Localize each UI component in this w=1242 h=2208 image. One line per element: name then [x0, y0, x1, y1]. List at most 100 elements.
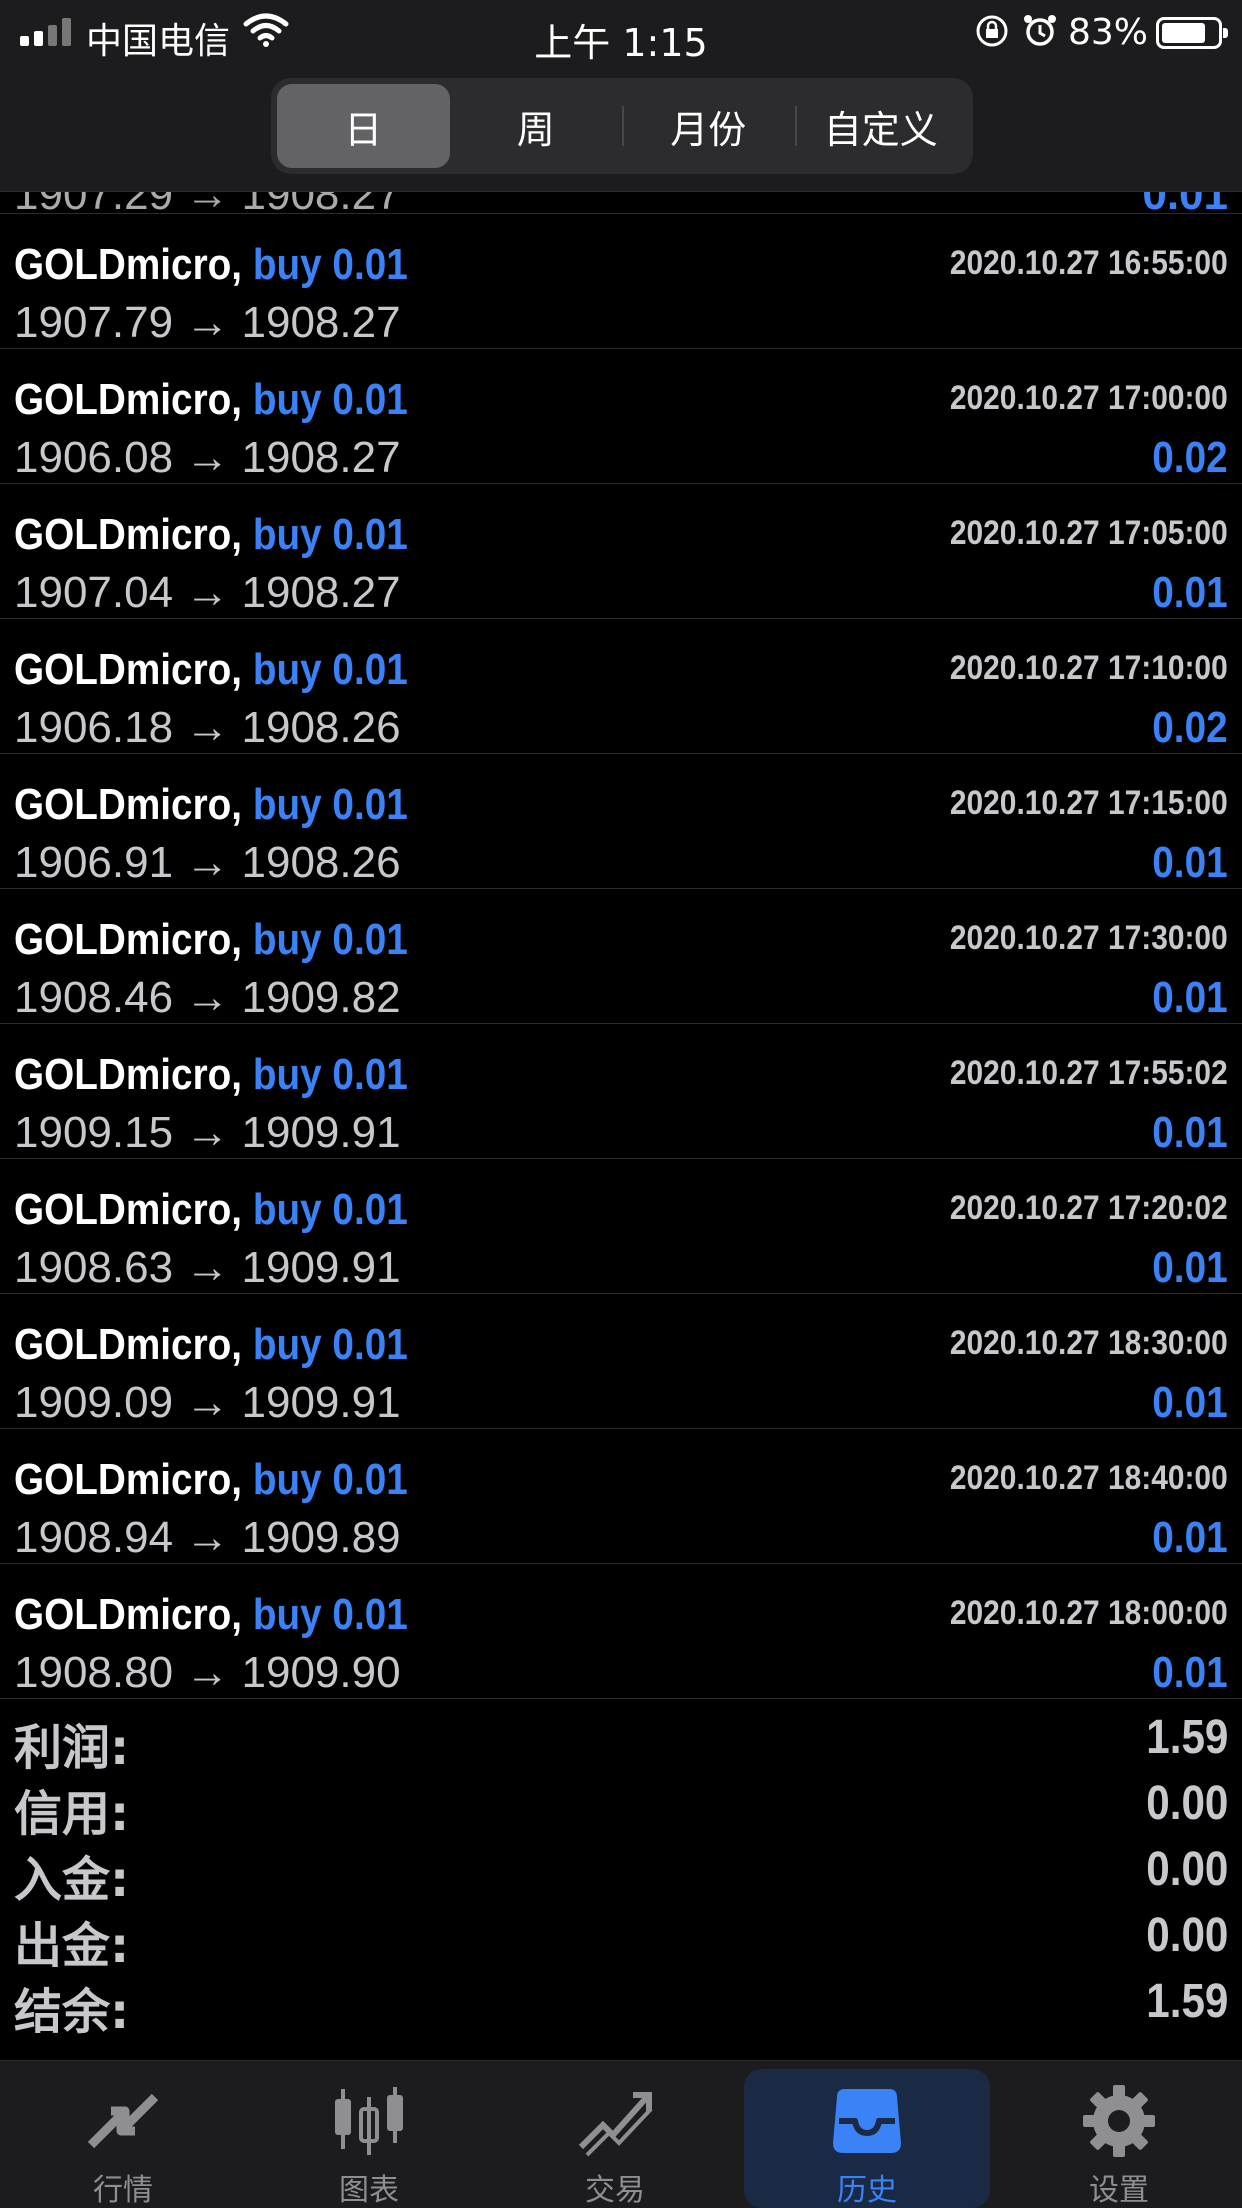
trade-row[interactable]: GOLDmicro, buy 0.01 2020.10.27 18:00:00 19… — [0, 1564, 1242, 1699]
trade-profit: 0.01 — [1152, 1108, 1228, 1157]
segment-month[interactable]: 月份 — [622, 84, 795, 168]
trade-symbol: GOLDmicro, — [14, 375, 243, 424]
trade-symbol-line: GOLDmicro, buy 0.01 — [14, 1050, 408, 1100]
trade-time: 2020.10.27 17:15:00 — [950, 784, 1228, 822]
trade-time: 2020.10.27 17:10:00 — [950, 649, 1228, 687]
quotes-icon — [87, 2093, 159, 2149]
battery-percent: 83% — [1068, 12, 1149, 53]
trade-symbol-line: GOLDmicro, buy 0.01 — [14, 1185, 408, 1235]
trade-prices: 1907.79 → 1908.27 — [14, 298, 401, 347]
trade-row[interactable]: GOLDmicro, buy 0.01 2020.10.27 17:00:00 19… — [0, 349, 1242, 484]
trade-history-list: 1907.29 → 1908.27 0.01 GOLDmicro, buy 0.… — [0, 192, 1242, 1699]
alarm-icon — [1024, 15, 1056, 46]
tab-label: 设置 — [1089, 2173, 1149, 2208]
trade-side-volume: buy 0.01 — [252, 1455, 408, 1504]
trade-profit: 0.02 — [1152, 433, 1228, 482]
trade-symbol: GOLDmicro, — [14, 780, 243, 829]
summary-value: 0.00 — [1145, 1843, 1228, 1896]
trade-symbol-line: GOLDmicro, buy 0.01 — [14, 645, 408, 695]
trade-row[interactable]: GOLDmicro, buy 0.01 2020.10.27 17:20:02 19… — [0, 1159, 1242, 1294]
trade-row[interactable]: GOLDmicro, buy 0.01 2020.10.27 17:30:00 19… — [0, 889, 1242, 1024]
period-segmented-control: 日 周 月份 自定义 — [271, 78, 973, 174]
trade-symbol-line: GOLDmicro, buy 0.01 — [14, 510, 408, 560]
tab-trade[interactable]: 交易 — [492, 2061, 738, 2208]
trade-symbol: GOLDmicro, — [14, 1185, 243, 1234]
trade-prices: 1908.94 → 1909.89 — [14, 1513, 401, 1562]
trade-symbol: GOLDmicro, — [14, 915, 243, 964]
trade-profit: 0.01 — [1152, 838, 1228, 887]
account-summary: 利润: 1.59 信用: 0.00 入金: 0.00 出金: 0.00 结余: … — [0, 1700, 1242, 2040]
partial-trade-row[interactable]: 1907.29 → 1908.27 0.01 — [0, 192, 1242, 214]
summary-value: 0.00 — [1145, 1909, 1228, 1962]
tab-label: 交易 — [585, 2173, 645, 2208]
summary-value: 0.00 — [1145, 1777, 1228, 1830]
segment-week[interactable]: 周 — [450, 84, 623, 168]
trade-prices: 1908.63 → 1909.91 — [14, 1243, 401, 1292]
trade-side-volume: buy 0.01 — [252, 1185, 408, 1234]
trade-symbol: GOLDmicro, — [14, 1455, 243, 1504]
trade-row[interactable]: GOLDmicro, buy 0.01 2020.10.27 17:05:00 19… — [0, 484, 1242, 619]
trade-side-volume: buy 0.01 — [252, 510, 408, 559]
trade-side-volume: buy 0.01 — [252, 1050, 408, 1099]
trade-side-volume: buy 0.01 — [252, 240, 408, 289]
trade-side-volume: buy 0.01 — [252, 780, 408, 829]
trade-profit: 0.01 — [1152, 568, 1228, 617]
summary-deposit: 入金: 0.00 — [0, 1832, 1242, 1908]
chart-icon — [335, 2087, 403, 2155]
trade-profit: 0.01 — [1142, 192, 1228, 213]
battery-icon — [1156, 17, 1228, 49]
trade-symbol: GOLDmicro, — [14, 1050, 243, 1099]
summary-label: 结余: — [14, 1984, 130, 2040]
trade-time: 2020.10.27 18:40:00 — [950, 1459, 1228, 1497]
trade-symbol: GOLDmicro, — [14, 1320, 243, 1369]
trade-prices: 1906.18 → 1908.26 — [14, 703, 401, 752]
trade-side-volume: buy 0.01 — [252, 645, 408, 694]
bottom-tab-bar: 行情 图表 交易 历史 设置 — [0, 2060, 1242, 2208]
trade-symbol-line: GOLDmicro, buy 0.01 — [14, 915, 408, 965]
trade-symbol-line: GOLDmicro, buy 0.01 — [14, 780, 408, 830]
trade-time: 2020.10.27 18:30:00 — [950, 1324, 1228, 1362]
trade-side-volume: buy 0.01 — [252, 915, 408, 964]
tab-history[interactable]: 历史 — [744, 2069, 990, 2208]
trade-prices: 1906.91 → 1908.26 — [14, 838, 401, 887]
summary-balance: 结余: 1.59 — [0, 1964, 1242, 2040]
trade-profit: 0.01 — [1152, 1378, 1228, 1427]
trade-time: 2020.10.27 17:55:02 — [950, 1054, 1228, 1092]
trade-symbol: GOLDmicro, — [14, 1590, 243, 1639]
trade-row[interactable]: GOLDmicro, buy 0.01 2020.10.27 17:15:00 19… — [0, 754, 1242, 889]
trade-row[interactable]: GOLDmicro, buy 0.01 2020.10.27 18:40:00 19… — [0, 1429, 1242, 1564]
trade-row[interactable]: GOLDmicro, buy 0.01 2020.10.27 16:55:00 19… — [0, 214, 1242, 349]
segment-day[interactable]: 日 — [277, 84, 450, 168]
trade-prices: 1906.08 → 1908.27 — [14, 433, 401, 482]
segment-custom[interactable]: 自定义 — [794, 84, 968, 168]
trade-prices: 1907.29 → 1908.27 — [14, 192, 401, 213]
trade-side-volume: buy 0.01 — [252, 1590, 408, 1639]
rotation-lock-icon — [976, 15, 1008, 47]
trade-prices: 1909.15 → 1909.91 — [14, 1108, 401, 1157]
trade-profit: 0.01 — [1152, 1648, 1228, 1697]
summary-credit: 信用: 0.00 — [0, 1766, 1242, 1842]
trade-time: 2020.10.27 17:20:02 — [950, 1189, 1228, 1227]
tab-label: 历史 — [837, 2173, 897, 2208]
history-icon — [833, 2089, 901, 2153]
trade-prices: 1908.46 → 1909.82 — [14, 973, 401, 1022]
trade-prices: 1908.80 → 1909.90 — [14, 1648, 401, 1697]
trade-row[interactable]: GOLDmicro, buy 0.01 2020.10.27 17:10:00 19… — [0, 619, 1242, 754]
tab-settings[interactable]: 设置 — [996, 2061, 1242, 2208]
trade-profit: 0.02 — [1152, 703, 1228, 752]
trade-row[interactable]: GOLDmicro, buy 0.01 2020.10.27 17:55:02 19… — [0, 1024, 1242, 1159]
trade-time: 2020.10.27 18:00:00 — [950, 1594, 1228, 1632]
tab-quotes[interactable]: 行情 — [0, 2061, 246, 2208]
trade-icon — [578, 2092, 653, 2157]
trade-symbol-line: GOLDmicro, buy 0.01 — [14, 1590, 408, 1640]
trade-symbol: GOLDmicro, — [14, 240, 243, 289]
trade-prices: 1907.04 → 1908.27 — [14, 568, 401, 617]
trade-profit: 0.01 — [1152, 973, 1228, 1022]
trade-symbol-line: GOLDmicro, buy 0.01 — [14, 375, 408, 425]
settings-icon — [1083, 2085, 1155, 2157]
trade-symbol: GOLDmicro, — [14, 645, 243, 694]
summary-withdrawal: 出金: 0.00 — [0, 1898, 1242, 1974]
trade-row[interactable]: GOLDmicro, buy 0.01 2020.10.27 18:30:00 19… — [0, 1294, 1242, 1429]
tab-chart[interactable]: 图表 — [246, 2061, 492, 2208]
trade-symbol-line: GOLDmicro, buy 0.01 — [14, 240, 408, 290]
